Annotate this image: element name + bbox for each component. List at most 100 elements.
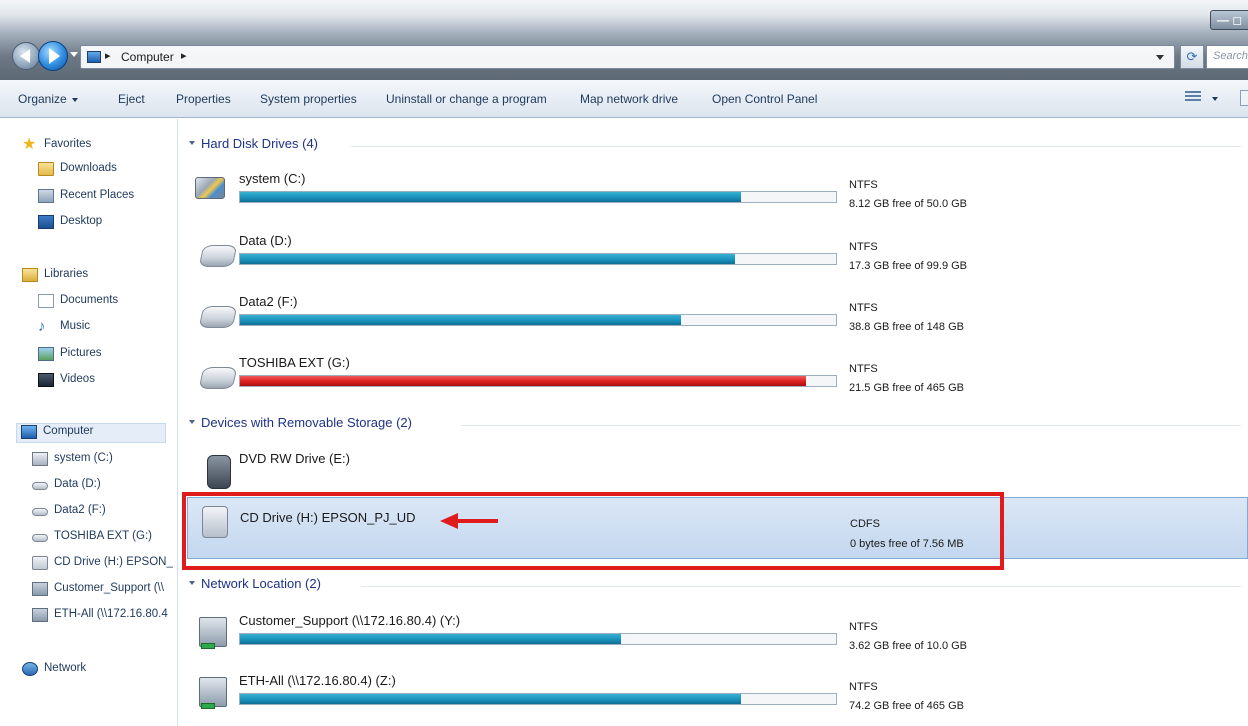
sidebar-item-documents[interactable]: Documents xyxy=(38,293,172,311)
network-icon xyxy=(22,662,38,676)
group-divider xyxy=(351,146,1241,147)
sidebar-item-label: Data (D:) xyxy=(54,478,101,490)
title-bar: — ◻ ▸ Computer ▸ ⟳ Search xyxy=(0,0,1248,80)
drive-name: Customer_Support (\\172.16.80.4) (Y:) xyxy=(239,613,461,628)
sidebar-item-recent-places[interactable]: Recent Places xyxy=(38,188,172,206)
file-system: NTFS xyxy=(849,241,878,253)
drive-row-customer-support-y[interactable]: Customer_Support (\\172.16.80.4) (Y:) NT… xyxy=(179,609,1248,665)
sidebar-item-data-d[interactable]: Data (D:) xyxy=(32,477,172,495)
system-drive-icon xyxy=(32,452,48,466)
system-properties-button[interactable]: System properties xyxy=(260,92,357,106)
network-drive-icon xyxy=(32,582,48,596)
breadcrumb-chevron-icon[interactable]: ▸ xyxy=(105,49,111,62)
open-control-panel-button[interactable]: Open Control Panel xyxy=(712,92,817,106)
sidebar-item-label: Data2 (F:) xyxy=(54,504,106,516)
usage-bar-fill-warning xyxy=(240,376,807,386)
sidebar-item-favorites[interactable]: ★ Favorites xyxy=(22,137,172,155)
map-network-drive-button[interactable]: Map network drive xyxy=(580,92,678,106)
change-view-icon[interactable] xyxy=(1185,91,1201,105)
eject-button[interactable]: Eject xyxy=(118,92,145,106)
drive-row-data-d[interactable]: Data (D:) NTFS 17.3 GB free of 99.9 GB xyxy=(179,229,1248,285)
usage-bar xyxy=(239,633,837,645)
sidebar-item-label: ETH-All (\\172.16.80.4 xyxy=(54,608,168,620)
sidebar-item-label: Pictures xyxy=(60,347,102,359)
drive-row-toshiba-g[interactable]: TOSHIBA EXT (G:) NTFS 21.5 GB free of 46… xyxy=(179,351,1248,407)
star-icon: ★ xyxy=(22,136,37,153)
back-button[interactable] xyxy=(12,42,40,70)
cd-drive-icon xyxy=(32,556,48,570)
drive-name: system (C:) xyxy=(239,171,306,186)
file-system: NTFS xyxy=(849,621,878,633)
sidebar-item-network[interactable]: Network xyxy=(22,661,172,679)
group-header-hard-disk-drives[interactable]: Hard Disk Drives (4) xyxy=(189,135,369,155)
group-header-label: Devices with Removable Storage (2) xyxy=(201,415,412,430)
free-space: 74.2 GB free of 465 GB xyxy=(849,700,964,712)
sidebar-item-downloads[interactable]: Downloads xyxy=(38,161,172,179)
drive-row-eth-all-z[interactable]: ETH-All (\\172.16.80.4) (Z:) NTFS 74.2 G… xyxy=(179,669,1248,725)
drive-row-data2-f[interactable]: Data2 (F:) NTFS 38.8 GB free of 148 GB xyxy=(179,290,1248,346)
sidebar-item-label: Music xyxy=(60,320,91,332)
hard-drive-icon xyxy=(198,245,238,267)
usage-bar xyxy=(239,375,837,387)
forward-button[interactable] xyxy=(38,41,68,71)
content-pane: Hard Disk Drives (4) system (C:) NTFS 8.… xyxy=(179,119,1248,726)
sidebar-item-label: CD Drive (H:) EPSON_ xyxy=(54,556,173,568)
drive-row-system-c[interactable]: system (C:) NTFS 8.12 GB free of 50.0 GB xyxy=(179,167,1248,223)
drive-name: ETH-All (\\172.16.80.4) (Z:) xyxy=(239,673,396,688)
free-space: 38.8 GB free of 148 GB xyxy=(849,321,964,333)
group-divider xyxy=(361,586,1241,587)
breadcrumb-computer[interactable]: Computer xyxy=(121,50,174,64)
music-note-icon: ♪ xyxy=(38,318,46,335)
usage-bar-fill xyxy=(240,254,735,264)
usage-bar-fill xyxy=(240,634,622,644)
free-space: 8.12 GB free of 50.0 GB xyxy=(849,198,968,210)
organize-menu[interactable]: Organize xyxy=(18,92,78,106)
network-connected-icon xyxy=(201,643,215,649)
sidebar-item-label: TOSHIBA EXT (G:) xyxy=(54,530,152,542)
preview-pane-icon[interactable] xyxy=(1240,90,1248,106)
usage-bar-fill xyxy=(240,315,682,325)
command-bar: Organize Eject Properties System propert… xyxy=(0,80,1248,118)
recent-pages-dropdown[interactable] xyxy=(70,52,78,57)
file-system: NTFS xyxy=(849,179,878,191)
network-drive-icon xyxy=(32,608,48,622)
breadcrumb-chevron-icon[interactable]: ▸ xyxy=(181,49,187,62)
sidebar-item-music[interactable]: ♪ Music xyxy=(38,319,172,337)
back-arrow-icon xyxy=(20,49,30,63)
sidebar-item-data2-f[interactable]: Data2 (F:) xyxy=(32,503,172,521)
hard-drive-icon xyxy=(32,508,48,516)
usage-bar xyxy=(239,314,837,326)
group-header-removable-storage[interactable]: Devices with Removable Storage (2) xyxy=(189,414,469,434)
collapse-triangle-icon xyxy=(189,420,195,424)
address-dropdown-icon[interactable] xyxy=(1156,55,1164,60)
file-system: NTFS xyxy=(849,363,878,375)
group-header-network-location[interactable]: Network Location (2) xyxy=(189,575,389,595)
group-header-label: Hard Disk Drives (4) xyxy=(201,136,319,151)
free-space: 17.3 GB free of 99.9 GB xyxy=(849,260,968,272)
window-controls[interactable]: — ◻ xyxy=(1210,10,1248,30)
system-drive-icon xyxy=(195,177,225,199)
drive-row-dvd-rw-e[interactable]: DVD RW Drive (E:) xyxy=(179,447,1248,497)
forward-arrow-icon xyxy=(49,48,60,64)
sidebar-item-pictures[interactable]: Pictures xyxy=(38,346,172,364)
free-space: 21.5 GB free of 465 GB xyxy=(849,382,964,394)
uninstall-program-button[interactable]: Uninstall or change a program xyxy=(386,92,547,106)
search-input[interactable]: Search xyxy=(1206,45,1248,69)
sidebar-item-system-c[interactable]: system (C:) xyxy=(32,451,172,469)
sidebar-item-eth-all[interactable]: ETH-All (\\172.16.80.4 xyxy=(32,607,178,625)
sidebar-item-libraries[interactable]: Libraries xyxy=(22,267,172,285)
sidebar-item-toshiba-g[interactable]: TOSHIBA EXT (G:) xyxy=(32,529,172,547)
view-dropdown-icon[interactable] xyxy=(1212,97,1218,101)
properties-button[interactable]: Properties xyxy=(176,92,231,106)
sidebar-item-computer[interactable]: Computer xyxy=(16,423,166,443)
sidebar-item-cd-drive-h[interactable]: CD Drive (H:) EPSON_ xyxy=(32,555,178,573)
sidebar-item-label: Computer xyxy=(43,425,94,437)
sidebar-item-customer-support[interactable]: Customer_Support (\\ xyxy=(32,581,178,599)
sidebar-item-videos[interactable]: Videos xyxy=(38,372,172,390)
address-bar[interactable]: ▸ Computer ▸ xyxy=(80,45,1175,69)
hard-drive-icon xyxy=(198,367,238,389)
recent-places-icon xyxy=(38,189,54,203)
sidebar-item-label: Customer_Support (\\ xyxy=(54,582,164,594)
sidebar-item-desktop[interactable]: Desktop xyxy=(38,214,172,232)
refresh-button[interactable]: ⟳ xyxy=(1180,45,1204,69)
